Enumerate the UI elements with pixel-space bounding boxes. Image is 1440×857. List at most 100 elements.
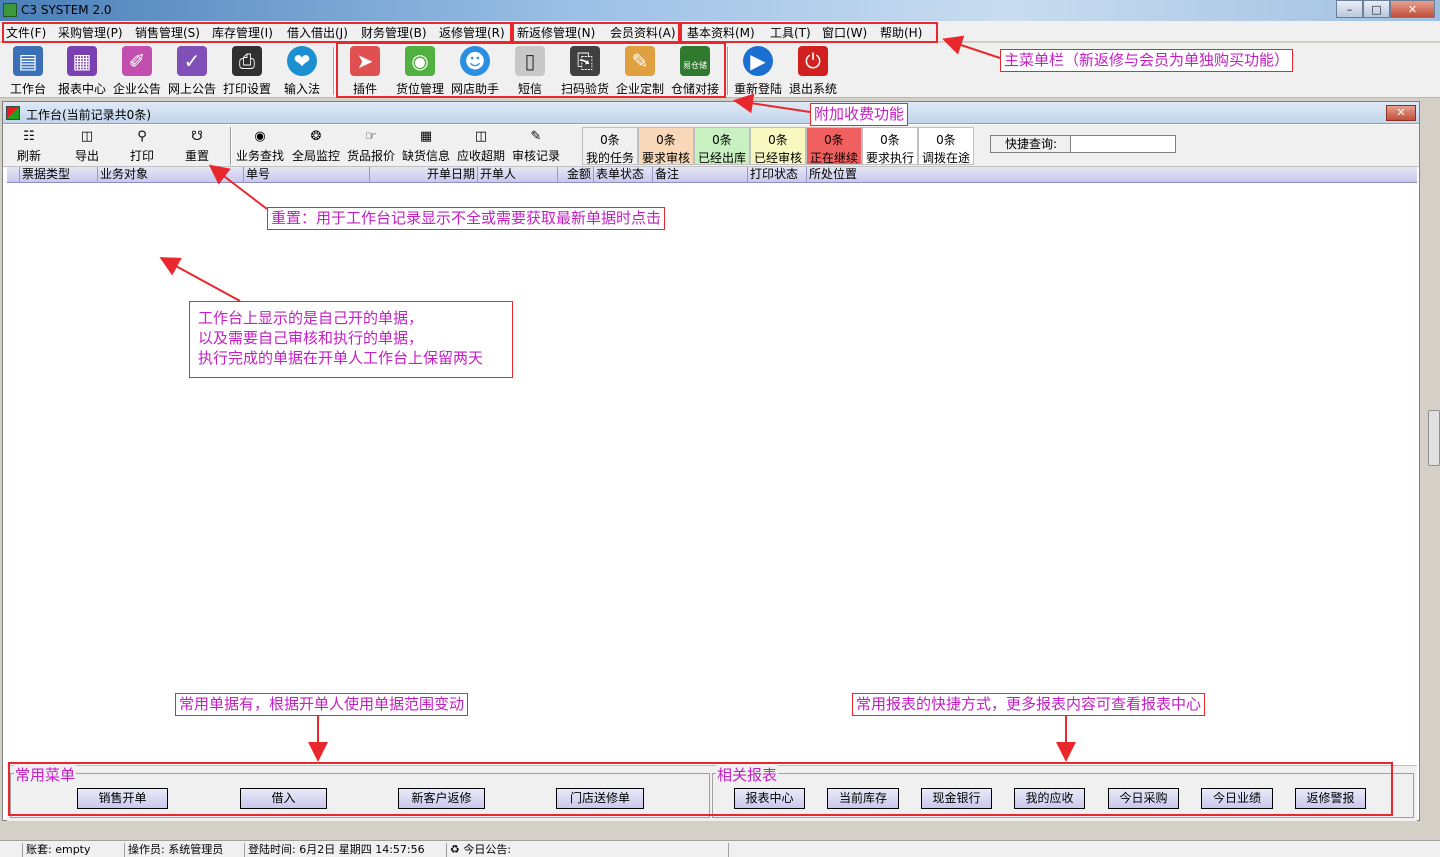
toolbar-workbench[interactable]: ▤ 工作台 [1, 45, 55, 97]
counter-my-tasks[interactable]: 0条 我的任务 [582, 127, 638, 165]
toolbar-print-settings[interactable]: ⎙ 打印设置 [220, 45, 274, 97]
annotation-main-menu: 主菜单栏（新返修与会员为单独购买功能） [1000, 49, 1294, 72]
counter-in-transit[interactable]: 0条 调拨在途 [918, 127, 974, 165]
refresh-button[interactable]: ☷ 刷新 [17, 129, 41, 165]
custom-icon: ✎ [625, 46, 655, 76]
toolbar-shop-assistant[interactable]: ☻ 网店助手 [448, 45, 502, 97]
business-search-button[interactable]: ◉ 业务查找 [236, 129, 284, 165]
toolbar-company-notice[interactable]: ✐ 企业公告 [110, 45, 164, 97]
annotation-paid-features: 附加收费功能 [810, 103, 909, 126]
repair-alert-button[interactable]: 返修警报 [1295, 788, 1366, 809]
sales-order-button[interactable]: 销售开单 [77, 788, 168, 809]
column-open-date[interactable]: 开单日期 [369, 167, 477, 183]
quote-icon: ☞ [365, 129, 377, 144]
grid-body[interactable] [7, 184, 1417, 764]
column-doc-number[interactable]: 单号 [243, 167, 270, 183]
report-icon: ▦ [67, 46, 97, 76]
location-icon: ◉ [405, 46, 435, 76]
today-performance-button[interactable]: 今日业绩 [1201, 788, 1273, 809]
menu-repair[interactable]: 返修管理(R) [439, 24, 505, 41]
exit-icon: ⏻ [798, 46, 828, 76]
refresh-icon: ☷ [23, 129, 35, 144]
status-account-value: empty [55, 843, 91, 856]
toolbar-report-center[interactable]: ▦ 报表中心 [55, 45, 109, 97]
column-location[interactable]: 所处位置 [806, 167, 857, 183]
shortage-button[interactable]: ▦ 缺货信息 [402, 129, 450, 165]
goods-quote-button[interactable]: ☞ 货品报价 [347, 129, 395, 165]
borrow-button[interactable]: 借入 [240, 788, 327, 809]
toolbar-sms[interactable]: ▯ 短信 [503, 45, 557, 97]
toolbar-warehouse[interactable]: 易仓储 仓储对接 [668, 45, 722, 97]
annotation-common-reports: 常用报表的快捷方式，更多报表内容可查看报表中心 [852, 693, 1206, 716]
menu-purchase[interactable]: 采购管理(P) [58, 24, 123, 41]
column-remarks[interactable]: 备注 [652, 167, 679, 183]
column-form-status[interactable]: 表单状态 [593, 167, 644, 183]
common-menu-group: 常用菜单 销售开单 借入 新客户返修 门店送修单 [10, 764, 710, 818]
new-customer-repair-button[interactable]: 新客户返修 [398, 788, 485, 809]
current-stock-button[interactable]: 当前库存 [827, 788, 899, 809]
audit-log-button[interactable]: ✎ 审核记录 [512, 129, 560, 165]
status-extra [728, 843, 1440, 857]
reset-button[interactable]: ☋ 重置 [185, 129, 209, 165]
menu-inventory[interactable]: 库存管理(I) [212, 24, 273, 41]
global-monitor-button[interactable]: ❂ 全局监控 [292, 129, 340, 165]
maximize-icon[interactable]: □ [1363, 0, 1390, 18]
export-button[interactable]: ◫ 导出 [75, 129, 99, 165]
store-repair-button[interactable]: 门店送修单 [556, 788, 644, 809]
toolbar-plugin[interactable]: ➤ 插件 [338, 45, 392, 97]
toolbar-separator [230, 127, 232, 165]
counter-in-progress[interactable]: 0条 正在继续 [806, 127, 862, 165]
menu-new-repair[interactable]: 新返修管理(N) [517, 24, 595, 41]
column-print-status[interactable]: 打印状态 [747, 167, 798, 183]
close-icon[interactable]: ✕ [1386, 105, 1416, 121]
quick-search-input[interactable] [1073, 136, 1173, 152]
counter-shipped[interactable]: 0条 已经出库 [694, 127, 750, 165]
counter-need-review[interactable]: 0条 要求审核 [638, 127, 694, 165]
toolbar-location[interactable]: ◉ 货位管理 [393, 45, 447, 97]
side-scroll-handle[interactable] [1428, 410, 1440, 466]
toolbar-separator [727, 47, 729, 95]
toolbar-web-notice[interactable]: ✓ 网上公告 [165, 45, 219, 97]
my-receivables-button[interactable]: 我的应收 [1014, 788, 1085, 809]
toolbar-input-method[interactable]: ❤ 输入法 [275, 45, 329, 97]
menu-file[interactable]: 文件(F) [6, 24, 46, 41]
annotation-workbench: 工作台上显示的是自己开的单据， 以及需要自己审核和执行的单据， 执行完成的单据在… [189, 301, 513, 378]
menu-basic-data[interactable]: 基本资料(M) [687, 24, 755, 41]
menu-finance[interactable]: 财务管理(B) [361, 24, 427, 41]
toolbar-exit[interactable]: ⏻ 退出系统 [786, 45, 840, 97]
report-center-button[interactable]: 报表中心 [734, 788, 805, 809]
overdue-button[interactable]: ◫ 应收超期 [457, 129, 505, 165]
menu-window[interactable]: 窗口(W) [822, 24, 867, 41]
status-login-time: 登陆时间: 6月2日 星期四 14:57:56 [244, 843, 444, 857]
menu-tools[interactable]: 工具(T) [770, 24, 811, 41]
column-creator[interactable]: 开单人 [477, 167, 516, 183]
counter-reviewed[interactable]: 0条 已经审核 [750, 127, 806, 165]
toolbar-scan-verify[interactable]: ⎘ 扫码验货 [558, 45, 612, 97]
notice-icon: ♻ [450, 843, 460, 856]
toolbar-relogin[interactable]: ▶ 重新登陆 [731, 45, 785, 97]
minimize-icon[interactable]: – [1336, 0, 1363, 18]
status-login-label: 登陆时间: [248, 843, 296, 856]
menu-help[interactable]: 帮助(H) [880, 24, 922, 41]
column-amount[interactable]: 金额 [557, 167, 593, 183]
export-icon: ◫ [80, 129, 94, 144]
related-reports-title: 相关报表 [716, 764, 779, 785]
common-menu-title: 常用菜单 [14, 764, 77, 785]
shortage-icon: ▦ [419, 129, 433, 144]
today-purchase-button[interactable]: 今日采购 [1108, 788, 1179, 809]
counter-need-execute[interactable]: 0条 要求执行 [862, 127, 918, 165]
column-business-object[interactable]: 业务对象 [97, 167, 148, 183]
menu-borrow[interactable]: 借入借出(J) [287, 24, 348, 41]
annotation-workbench-line: 工作台上显示的是自己开的单据， [198, 309, 424, 327]
workbench-icon [6, 106, 20, 120]
print-button[interactable]: ⚲ 打印 [130, 129, 154, 165]
status-notice: ♻ 今日公告: [446, 843, 726, 857]
workbench-toolbar: ☷ 刷新 ◫ 导出 ⚲ 打印 ☋ 重置 ◉ 业务查找 ❂ 全局监控 ☞ 货品报价 ▦ 缺货信息 … [3, 125, 1419, 167]
menu-sales[interactable]: 销售管理(S) [135, 24, 200, 41]
toolbar-custom[interactable]: ✎ 企业定制 [613, 45, 667, 97]
close-icon[interactable]: ✕ [1390, 0, 1435, 18]
cash-bank-button[interactable]: 现金银行 [921, 788, 992, 809]
web-notice-icon: ✓ [177, 46, 207, 76]
column-doc-type[interactable]: 票据类型 [19, 167, 70, 183]
menu-member[interactable]: 会员资料(A) [610, 24, 676, 41]
